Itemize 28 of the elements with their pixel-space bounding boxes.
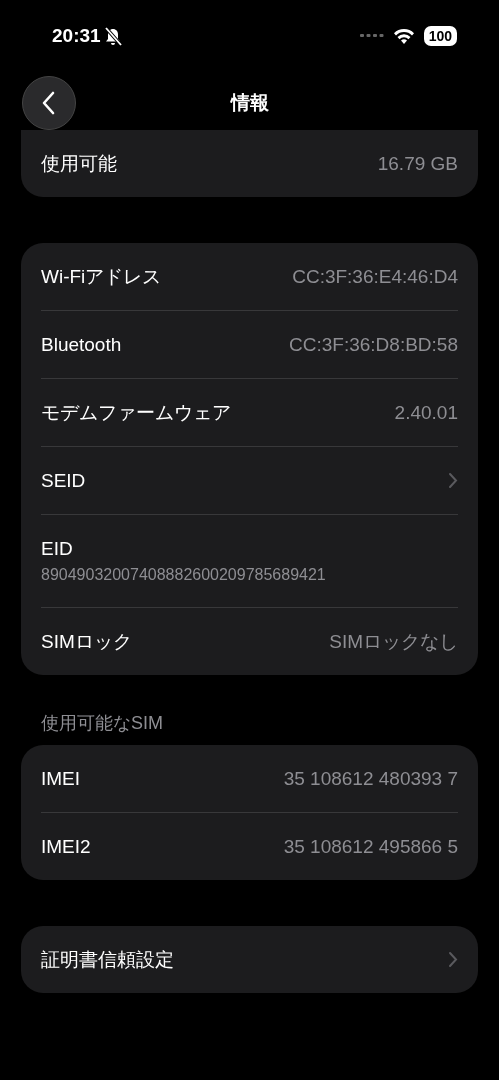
no-signal-icon	[359, 34, 384, 38]
nav-title: 情報	[230, 91, 269, 115]
back-button[interactable]	[22, 76, 76, 130]
chevron-icon	[448, 472, 458, 489]
section-header: 使用可能なSIM	[41, 712, 164, 735]
row-value: 2.40.01	[394, 401, 458, 424]
row-label: EID	[41, 538, 74, 560]
row-label: IMEI	[41, 767, 81, 790]
wifi-icon	[393, 28, 414, 44]
chevron-icon	[448, 951, 458, 968]
row-value: 89049032007408882600209785689421	[41, 566, 327, 584]
row-value: CC:3F:36:E4:46:D4	[292, 265, 458, 288]
row-value: 16.79 GB	[377, 152, 458, 175]
row-label: Bluetooth	[41, 333, 122, 356]
battery-indicator: 100	[423, 26, 457, 46]
row-value: SIMロックなし	[329, 629, 458, 654]
status-time: 20:31	[52, 25, 101, 47]
row-label: SIMロック	[41, 629, 132, 654]
row-value: 35 108612 480393 7	[283, 767, 458, 790]
row-label: 使用可能	[41, 151, 117, 176]
row-label[interactable]: SEID	[41, 469, 86, 492]
chevron-left-icon	[42, 91, 56, 115]
row-value: CC:3F:36:D8:BD:58	[289, 333, 458, 356]
row-label: モデムファームウェア	[41, 400, 231, 425]
row-label: Wi-Fiアドレス	[41, 264, 162, 289]
row-label: IMEI2	[41, 835, 91, 858]
row-value: 35 108612 495866 5	[283, 835, 458, 858]
row-label[interactable]: 証明書信頼設定	[41, 946, 174, 973]
